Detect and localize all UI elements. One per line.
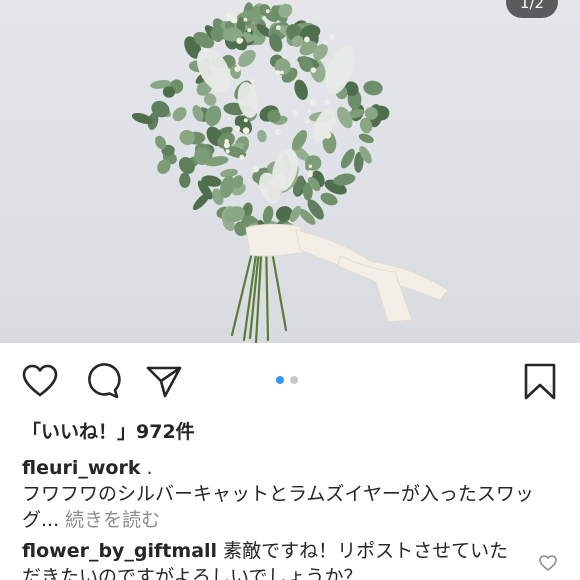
bookmark-icon[interactable] bbox=[520, 361, 560, 401]
post-image[interactable]: 1/2 bbox=[0, 0, 580, 343]
read-more-link[interactable]: 続きを読む bbox=[65, 509, 160, 531]
comment-username[interactable]: flower_by_giftmall bbox=[22, 540, 217, 562]
image-counter-badge: 1/2 bbox=[506, 0, 558, 18]
carousel-indicator bbox=[276, 376, 298, 384]
caption-username[interactable]: fleuri_work bbox=[22, 457, 141, 479]
speech-bubble-icon[interactable] bbox=[82, 361, 122, 401]
bouquet-photo bbox=[131, 2, 449, 343]
carousel-dot bbox=[290, 376, 298, 384]
post-action-bar bbox=[0, 343, 580, 417]
carousel-dot-active bbox=[276, 376, 284, 384]
post-caption: fleuri_work . フワフワのシルバーキャットとラムズイヤーが入ったスワ… bbox=[22, 455, 562, 533]
comment-like-heart-icon[interactable] bbox=[538, 553, 558, 573]
paper-plane-icon[interactable] bbox=[144, 361, 184, 401]
caption-separator: . bbox=[140, 457, 153, 479]
heart-outline-icon[interactable] bbox=[20, 361, 60, 401]
comment-item: flower_by_giftmall 素敵ですね！リポストさせていただきたいので… bbox=[22, 538, 522, 580]
like-count[interactable]: 「いいね！」972件 bbox=[22, 417, 195, 444]
